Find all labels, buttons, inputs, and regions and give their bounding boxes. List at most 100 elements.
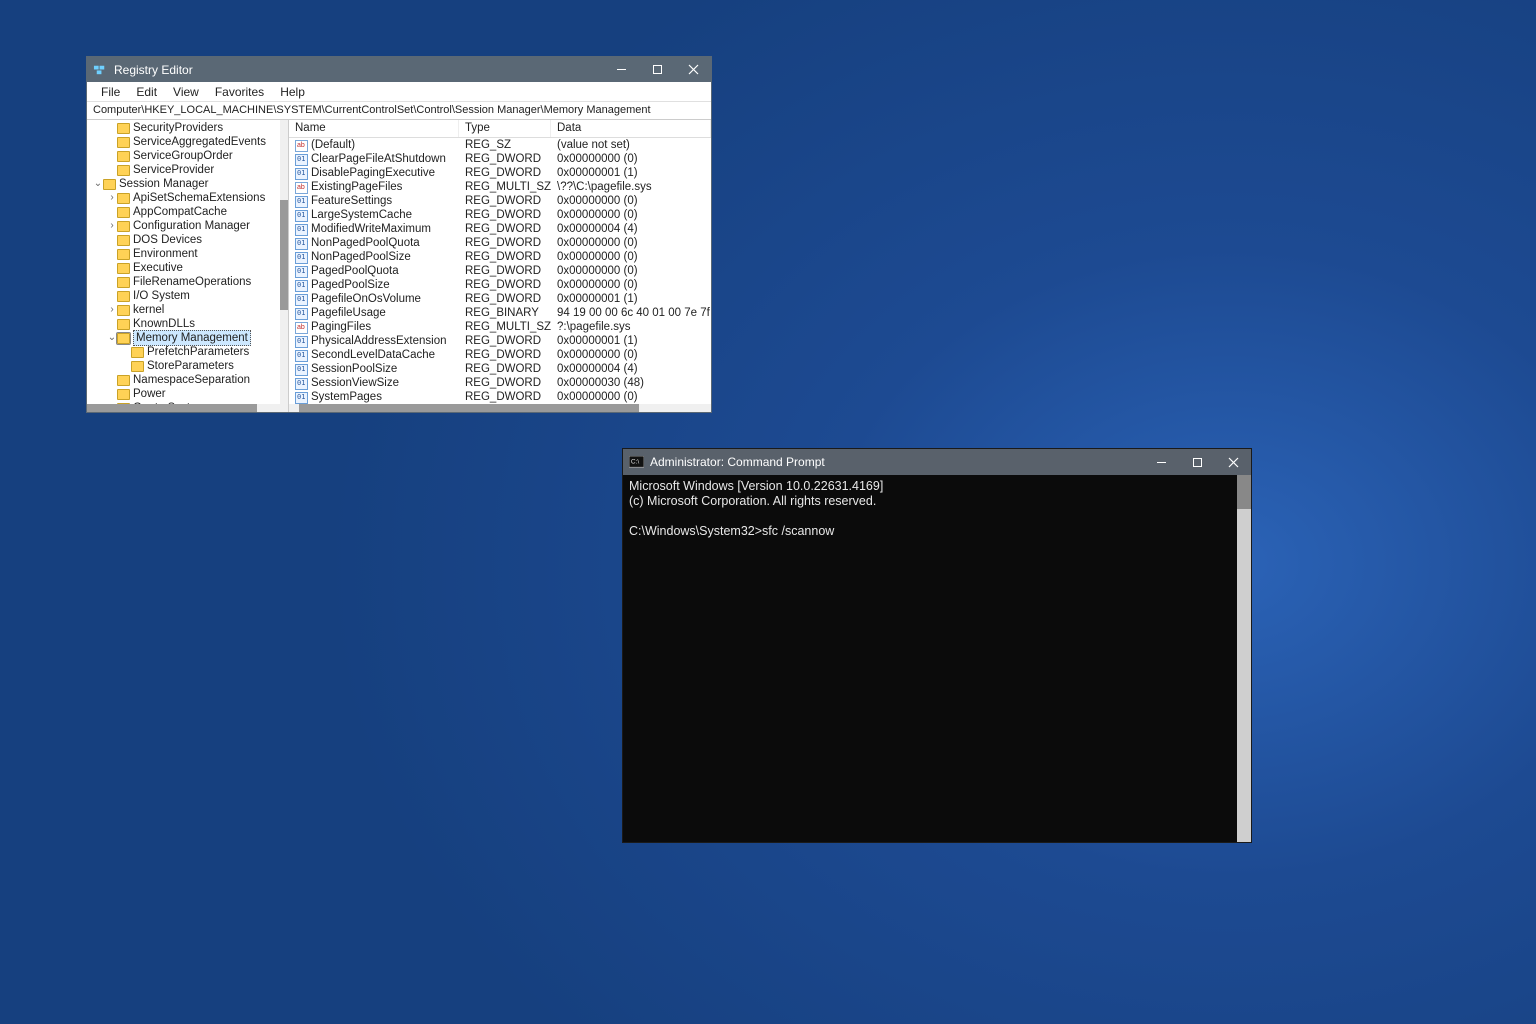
tree-item[interactable]: I/O System [87,289,288,303]
registry-value-row[interactable]: PagefileUsageREG_BINARY94 19 00 00 6c 40… [289,306,711,320]
value-name: PagefileUsage [289,306,459,320]
tree-item-label: Executive [133,261,183,275]
menu-favorites[interactable]: Favorites [207,85,272,99]
cmd-vertical-scrollbar[interactable] [1237,475,1251,842]
maximize-button[interactable] [1179,450,1215,475]
binary-value-icon [295,238,308,250]
expand-icon[interactable]: › [107,191,117,205]
folder-icon [117,207,130,218]
tree-item[interactable]: AppCompatCache [87,205,288,219]
registry-value-row[interactable]: SecondLevelDataCacheREG_DWORD0x00000000 … [289,348,711,362]
registry-value-row[interactable]: PagedPoolQuotaREG_DWORD0x00000000 (0) [289,264,711,278]
tree-item[interactable]: ServiceGroupOrder [87,149,288,163]
registry-value-row[interactable]: SessionPoolSizeREG_DWORD0x00000004 (4) [289,362,711,376]
value-name: SessionPoolSize [289,362,459,376]
regedit-values-panel[interactable]: Name Type Data (Default)REG_SZ(value not… [289,120,711,412]
tree-item-label: NamespaceSeparation [133,373,250,387]
menu-view[interactable]: View [165,85,207,99]
tree-item[interactable]: Power [87,387,288,401]
registry-value-row[interactable]: ModifiedWriteMaximumREG_DWORD0x00000004 … [289,222,711,236]
values-header: Name Type Data [289,120,711,138]
value-name: SystemPages [289,390,459,404]
tree-item[interactable]: Environment [87,247,288,261]
registry-value-row[interactable]: FeatureSettingsREG_DWORD0x00000000 (0) [289,194,711,208]
registry-value-row[interactable]: ExistingPageFilesREG_MULTI_SZ\??\C:\page… [289,180,711,194]
regedit-tree-panel[interactable]: SecurityProvidersServiceAggregatedEvents… [87,120,289,412]
registry-value-row[interactable]: PagingFilesREG_MULTI_SZ?:\pagefile.sys [289,320,711,334]
cmd-terminal-body[interactable]: Microsoft Windows [Version 10.0.22631.41… [623,475,1251,842]
folder-icon [117,137,130,148]
expand-icon[interactable]: ⌄ [93,177,103,191]
registry-value-row[interactable]: LargeSystemCacheREG_DWORD0x00000000 (0) [289,208,711,222]
tree-item[interactable]: PrefetchParameters [87,345,288,359]
close-button[interactable] [675,57,711,82]
value-name: (Default) [289,138,459,152]
tree-item[interactable]: ›ApiSetSchemaExtensions [87,191,288,205]
tree-item[interactable]: Executive [87,261,288,275]
value-name: NonPagedPoolSize [289,250,459,264]
regedit-titlebar[interactable]: Registry Editor [87,57,711,82]
tree-horizontal-scrollbar[interactable] [87,404,288,412]
column-data[interactable]: Data [551,120,711,137]
value-type: REG_DWORD [459,334,551,348]
minimize-button[interactable] [1143,450,1179,475]
folder-icon [117,193,130,204]
folder-icon [117,319,130,330]
tree-item[interactable]: DOS Devices [87,233,288,247]
string-value-icon [295,322,308,334]
tree-item[interactable]: StoreParameters [87,359,288,373]
tree-item[interactable]: FileRenameOperations [87,275,288,289]
folder-icon [131,347,144,358]
close-button[interactable] [1215,450,1251,475]
cmd-titlebar[interactable]: C:\ Administrator: Command Prompt [623,449,1251,475]
binary-value-icon [295,266,308,278]
expand-icon[interactable]: ⌄ [107,331,117,345]
value-data: 0x00000000 (0) [551,208,711,222]
column-type[interactable]: Type [459,120,551,137]
tree-item[interactable]: NamespaceSeparation [87,373,288,387]
tree-item[interactable]: ServiceProvider [87,163,288,177]
value-type: REG_DWORD [459,194,551,208]
regedit-address-bar[interactable]: Computer\HKEY_LOCAL_MACHINE\SYSTEM\Curre… [87,102,711,120]
value-data: 0x00000000 (0) [551,278,711,292]
tree-item[interactable]: ⌄Memory Management [87,331,288,345]
value-name: PhysicalAddressExtension [289,334,459,348]
menu-edit[interactable]: Edit [128,85,165,99]
value-type: REG_MULTI_SZ [459,320,551,334]
cmd-prompt-line: C:\Windows\System32>sfc /scannow [629,524,1245,539]
registry-value-row[interactable]: PhysicalAddressExtensionREG_DWORD0x00000… [289,334,711,348]
value-data: 0x00000000 (0) [551,390,711,404]
registry-value-row[interactable]: NonPagedPoolSizeREG_DWORD0x00000000 (0) [289,250,711,264]
binary-value-icon [295,294,308,306]
menu-help[interactable]: Help [272,85,313,99]
expand-icon[interactable]: › [107,303,117,317]
tree-vertical-scrollbar[interactable] [280,120,288,404]
registry-value-row[interactable]: SystemPagesREG_DWORD0x00000000 (0) [289,390,711,404]
tree-item-label: I/O System [133,289,190,303]
tree-item[interactable]: ⌄Session Manager [87,177,288,191]
minimize-button[interactable] [603,57,639,82]
registry-value-row[interactable]: SessionViewSizeREG_DWORD0x00000030 (48) [289,376,711,390]
registry-value-row[interactable]: NonPagedPoolQuotaREG_DWORD0x00000000 (0) [289,236,711,250]
menu-file[interactable]: File [93,85,128,99]
folder-icon [117,165,130,176]
registry-value-row[interactable]: (Default)REG_SZ(value not set) [289,138,711,152]
registry-value-row[interactable]: DisablePagingExecutiveREG_DWORD0x0000000… [289,166,711,180]
registry-value-row[interactable]: ClearPageFileAtShutdownREG_DWORD0x000000… [289,152,711,166]
maximize-button[interactable] [639,57,675,82]
values-horizontal-scrollbar[interactable] [289,404,711,412]
tree-item[interactable]: ›Configuration Manager [87,219,288,233]
tree-item[interactable]: KnownDLLs [87,317,288,331]
tree-item[interactable]: ServiceAggregatedEvents [87,135,288,149]
expand-icon[interactable]: › [107,219,117,233]
command-prompt-window: C:\ Administrator: Command Prompt Micros… [622,448,1252,843]
tree-item[interactable]: SecurityProviders [87,121,288,135]
value-data: 94 19 00 00 6c 40 01 00 7e 7f 01 00 [551,306,711,320]
binary-value-icon [295,252,308,264]
folder-icon [117,375,130,386]
column-name[interactable]: Name [289,120,459,137]
tree-item[interactable]: ›kernel [87,303,288,317]
registry-value-row[interactable]: PagedPoolSizeREG_DWORD0x00000000 (0) [289,278,711,292]
registry-value-row[interactable]: PagefileOnOsVolumeREG_DWORD0x00000001 (1… [289,292,711,306]
value-type: REG_DWORD [459,222,551,236]
